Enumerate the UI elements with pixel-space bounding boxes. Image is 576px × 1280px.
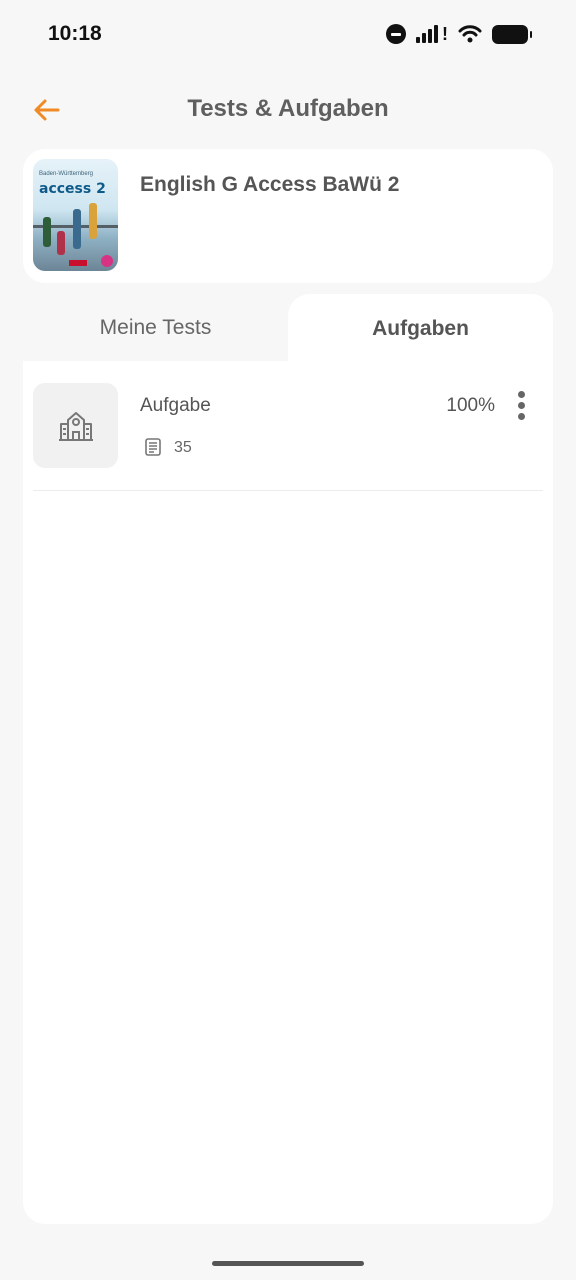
task-thumbnail bbox=[33, 383, 118, 468]
tabs-panel: Meine Tests Aufgaben Aufgabe 35 100% bbox=[23, 294, 553, 1224]
book-title: English G Access BaWü 2 bbox=[140, 173, 400, 196]
book-card[interactable]: Baden-Württemberg access 2 English G Acc… bbox=[23, 149, 553, 283]
task-title: Aufgabe bbox=[140, 395, 211, 416]
cover-series: Baden-Württemberg bbox=[39, 171, 94, 177]
cover-figure bbox=[89, 203, 97, 239]
task-count: 35 bbox=[174, 439, 192, 456]
task-list: Aufgabe 35 100% bbox=[23, 361, 553, 1224]
cellular-signal-icon bbox=[416, 25, 438, 43]
list-item[interactable]: Aufgabe 35 100% bbox=[33, 383, 543, 491]
publisher-label bbox=[69, 260, 87, 266]
cover-figure bbox=[43, 217, 51, 247]
do-not-disturb-icon bbox=[386, 24, 406, 44]
cover-figure bbox=[73, 209, 81, 249]
cover-title: access 2 bbox=[39, 181, 106, 197]
battery-icon bbox=[492, 24, 532, 44]
status-icons: ! bbox=[386, 24, 532, 44]
header: Tests & Aufgaben bbox=[0, 78, 576, 142]
cover-badge bbox=[101, 255, 113, 267]
tab-meine-tests[interactable]: Meine Tests bbox=[23, 294, 288, 362]
no-service-indicator-icon: ! bbox=[442, 24, 448, 44]
more-vertical-icon[interactable] bbox=[511, 387, 531, 423]
status-bar: 10:18 ! bbox=[0, 0, 576, 70]
home-indicator[interactable] bbox=[212, 1261, 364, 1266]
book-cover-image: Baden-Württemberg access 2 bbox=[33, 159, 118, 271]
cover-figure bbox=[57, 231, 65, 255]
status-time: 10:18 bbox=[48, 22, 102, 45]
document-list-icon bbox=[145, 438, 161, 456]
school-building-icon bbox=[58, 411, 93, 441]
tab-aufgaben[interactable]: Aufgaben bbox=[288, 294, 553, 364]
wifi-icon bbox=[458, 25, 482, 43]
page-title: Tests & Aufgaben bbox=[187, 95, 389, 122]
task-percent: 100% bbox=[446, 395, 495, 416]
